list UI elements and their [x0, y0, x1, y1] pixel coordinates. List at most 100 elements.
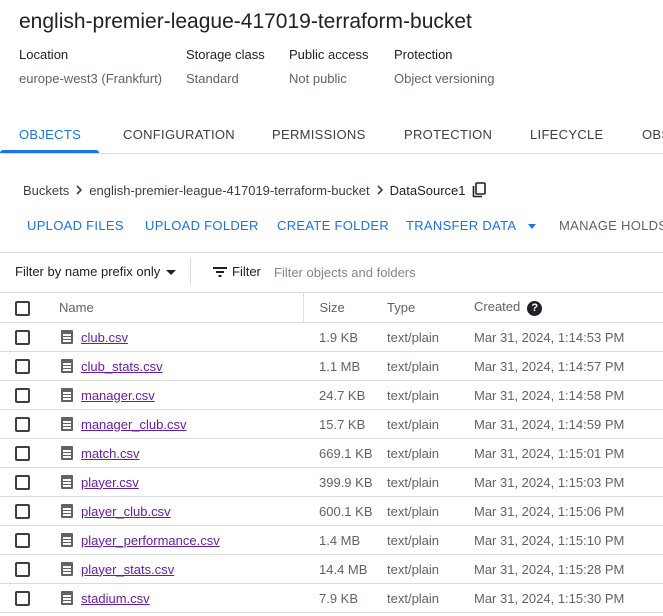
size-cell: 24.7 KB — [303, 380, 387, 410]
row-checkbox[interactable] — [15, 562, 30, 578]
name-cell: club_stats.csv — [50, 351, 303, 381]
file-icon — [61, 533, 73, 547]
transfer-data-button[interactable]: TRANSFER DATA — [406, 218, 536, 233]
type-cell: text/plain — [387, 322, 474, 352]
action-bar: UPLOAD FILES UPLOAD FOLDER CREATE FOLDER… — [0, 218, 663, 238]
size-cell: 600.1 KB — [303, 496, 387, 526]
name-cell: player.csv — [50, 467, 303, 497]
filter-prefix-dropdown[interactable]: Filter by name prefix only — [15, 264, 177, 279]
created-cell: Mar 31, 2024, 1:15:03 PM — [474, 467, 663, 497]
meta-protection: Protection Object versioning — [394, 46, 494, 88]
row-select-cell — [0, 409, 50, 439]
file-link[interactable]: manager.csv — [81, 388, 155, 403]
tab-configuration[interactable]: CONFIGURATION — [123, 118, 235, 152]
help-icon[interactable]: ? — [527, 300, 543, 316]
name-cell: stadium.csv — [50, 583, 303, 613]
row-checkbox[interactable] — [15, 388, 30, 404]
upload-files-button[interactable]: UPLOAD FILES — [27, 218, 124, 233]
row-checkbox[interactable] — [15, 504, 30, 520]
file-icon — [61, 417, 73, 431]
table-header-row: Name Size Type Created? — [0, 292, 663, 323]
column-header-name[interactable]: Name — [50, 292, 303, 323]
chevron-right-icon — [69, 183, 89, 198]
file-link[interactable]: player_club.csv — [81, 504, 171, 519]
row-checkbox[interactable] — [15, 359, 30, 375]
column-header-size[interactable]: Size — [302, 292, 387, 323]
created-cell: Mar 31, 2024, 1:15:30 PM — [474, 583, 663, 613]
type-cell: text/plain — [387, 467, 474, 497]
size-cell: 399.9 KB — [303, 467, 387, 497]
file-link[interactable]: manager_club.csv — [81, 417, 187, 432]
file-link[interactable]: player.csv — [81, 475, 139, 490]
tab-objects[interactable]: OBJECTS — [19, 118, 81, 152]
row-checkbox[interactable] — [15, 533, 30, 549]
filter-bar: Filter by name prefix only Filter — [0, 256, 663, 288]
column-header-type[interactable]: Type — [387, 292, 474, 323]
name-cell: player_stats.csv — [50, 554, 303, 584]
divider — [190, 258, 191, 284]
meta-label: Location — [19, 47, 69, 62]
tab-lifecycle[interactable]: LIFECYCLE — [530, 118, 604, 152]
active-tab-indicator — [0, 150, 99, 153]
file-link[interactable]: player_performance.csv — [81, 533, 220, 548]
file-icon — [61, 562, 73, 576]
manage-holds-button[interactable]: MANAGE HOLDS — [559, 218, 663, 233]
type-cell: text/plain — [387, 438, 474, 468]
row-select-cell — [0, 380, 50, 410]
column-header-created-label: Created — [474, 299, 521, 315]
upload-folder-button[interactable]: UPLOAD FOLDER — [145, 218, 259, 233]
table-row[interactable]: manager_club.csv 15.7 KB text/plain Mar 31,… — [0, 409, 663, 439]
file-link[interactable]: club_stats.csv — [81, 359, 163, 374]
objects-table: Name Size Type Created? club.csv 1.9 KB te… — [0, 292, 663, 613]
create-folder-button[interactable]: CREATE FOLDER — [277, 218, 389, 233]
row-checkbox[interactable] — [15, 475, 30, 491]
tab-protection[interactable]: PROTECTION — [404, 118, 492, 152]
filter-input[interactable] — [272, 259, 652, 285]
row-select-cell — [0, 554, 50, 584]
breadcrumb-buckets[interactable]: Buckets — [23, 183, 69, 198]
table-row[interactable]: player_performance.csv 1.4 MB text/plain Ma… — [0, 525, 663, 555]
table-row[interactable]: manager.csv 24.7 KB text/plain Mar 31, 2024… — [0, 380, 663, 410]
size-cell: 14.4 MB — [303, 554, 387, 584]
name-cell: player_performance.csv — [50, 525, 303, 555]
select-all-checkbox[interactable] — [15, 300, 30, 316]
file-icon — [61, 359, 73, 373]
type-cell: text/plain — [387, 583, 474, 613]
caret-down-icon — [527, 224, 536, 230]
row-select-cell — [0, 322, 50, 352]
column-header-created[interactable]: Created? — [474, 292, 663, 323]
row-checkbox[interactable] — [15, 417, 30, 433]
table-row[interactable]: club_stats.csv 1.1 MB text/plain Mar 31, 20… — [0, 351, 663, 381]
tab-permissions[interactable]: PERMISSIONS — [272, 118, 366, 152]
created-cell: Mar 31, 2024, 1:15:28 PM — [474, 554, 663, 584]
divider — [0, 252, 663, 253]
chevron-right-icon — [370, 183, 390, 198]
file-link[interactable]: club.csv — [81, 330, 128, 345]
file-link[interactable]: player_stats.csv — [81, 562, 174, 577]
meta-label: Storage class — [186, 47, 265, 62]
row-checkbox[interactable] — [15, 330, 30, 346]
created-cell: Mar 31, 2024, 1:14:53 PM — [474, 322, 663, 352]
created-cell: Mar 31, 2024, 1:14:57 PM — [474, 351, 663, 381]
file-icon — [61, 388, 73, 402]
breadcrumb-bucket[interactable]: english-premier-league-417019-terraform-… — [89, 183, 369, 198]
table-row[interactable]: player_club.csv 600.1 KB text/plain Mar 31,… — [0, 496, 663, 526]
table-row[interactable]: player.csv 399.9 KB text/plain Mar 31, 2024… — [0, 467, 663, 497]
copy-icon[interactable] — [472, 182, 486, 198]
table-row[interactable]: stadium.csv 7.9 KB text/plain Mar 31, 2024,… — [0, 583, 663, 613]
size-cell: 7.9 KB — [303, 583, 387, 613]
caret-down-icon — [166, 270, 177, 276]
row-checkbox[interactable] — [15, 446, 30, 462]
file-link[interactable]: stadium.csv — [81, 591, 150, 606]
row-select-cell — [0, 583, 50, 613]
table-row[interactable]: match.csv 669.1 KB text/plain Mar 31, 2024,… — [0, 438, 663, 468]
size-cell: 1.1 MB — [303, 351, 387, 381]
table-row[interactable]: club.csv 1.9 KB text/plain Mar 31, 2024, 1:… — [0, 322, 663, 352]
file-link[interactable]: match.csv — [81, 446, 140, 461]
row-checkbox[interactable] — [15, 591, 30, 607]
tab-observability[interactable]: OBS — [642, 118, 663, 152]
table-row[interactable]: player_stats.csv 14.4 MB text/plain Mar 31,… — [0, 554, 663, 584]
row-select-cell — [0, 467, 50, 497]
size-cell: 669.1 KB — [303, 438, 387, 468]
meta-label: Public access — [289, 47, 369, 62]
